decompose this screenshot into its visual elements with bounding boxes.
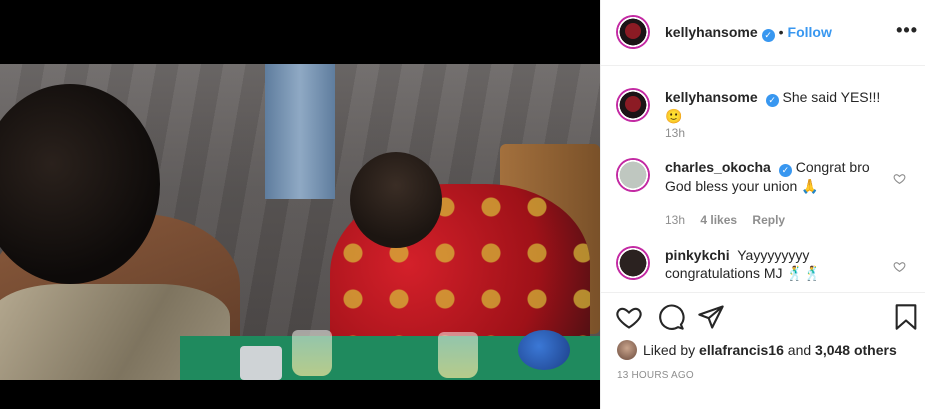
heart-icon[interactable] [615,303,643,331]
comment-likes[interactable]: 4 likes [700,213,737,227]
bookmark-icon[interactable] [892,303,920,331]
post-side-panel: kellyhansome ✓ • Follow ••• kellyhansome ✓ S… [600,0,925,409]
photo-ring-box [518,330,570,370]
verified-icon: ✓ [761,29,775,42]
comment-time[interactable]: 13h [665,126,685,140]
comment-meta: 13h 4 likes Reply [665,213,797,227]
comment-icon[interactable] [657,303,685,331]
comment-body: pinkykchi Yayyyyyyyy congratulations MJ … [665,246,885,282]
verified-icon: ✓ [778,164,792,177]
photo-glass [292,330,332,376]
photo-man-head [350,152,442,248]
more-icon[interactable]: ••• [896,20,918,41]
comment-body: charles_okocha ✓ Congrat bro God bless yo… [665,158,885,195]
post-photo[interactable] [0,64,600,380]
photo-standing-person [265,64,335,199]
comments-list[interactable]: kellyhansome ✓ She said YES!!! 🙂 13h char… [601,66,925,292]
likes-others[interactable]: 3,048 others [815,342,897,358]
comment-like-icon[interactable] [893,172,906,185]
comment-username[interactable]: pinkykchi [665,247,730,263]
comment-username[interactable]: charles_okocha [665,159,771,175]
share-icon[interactable] [697,303,725,331]
liker-avatar[interactable] [617,340,637,360]
post-header: kellyhansome ✓ • Follow ••• [601,0,925,66]
post-media[interactable] [0,0,600,409]
likes-prefix: Liked by [643,342,696,358]
comment-username[interactable]: kellyhansome [665,89,758,105]
author-username[interactable]: kellyhansome [665,24,758,40]
liker-username[interactable]: ellafrancis16 [699,342,784,358]
reply-button[interactable]: Reply [752,213,785,227]
commenter-avatar[interactable] [616,246,650,280]
likes-joiner: and [787,342,812,358]
comment-body: kellyhansome ✓ She said YES!!! 🙂 [665,88,885,125]
avatar-image [625,23,641,39]
verified-icon: ✓ [765,94,779,107]
author-avatar[interactable] [616,15,650,49]
commenter-avatar[interactable] [616,158,650,192]
likes-summary: Liked by ellafrancis16 and 3,048 others [617,340,897,360]
comment-like-icon[interactable] [893,260,906,273]
follow-button[interactable]: Follow [788,24,832,40]
photo-phone [240,346,282,380]
comment-meta: 13h [665,126,697,140]
author-row: kellyhansome ✓ • Follow [665,24,832,42]
post-timestamp[interactable]: 13 HOURS AGO [617,370,694,381]
comment-time[interactable]: 13h [665,213,685,227]
commenter-avatar[interactable] [616,88,650,122]
avatar-image [625,96,641,112]
photo-glass [438,332,478,378]
separator-dot: • [778,24,784,40]
post-actions: Liked by ellafrancis16 and 3,048 others … [601,292,925,409]
